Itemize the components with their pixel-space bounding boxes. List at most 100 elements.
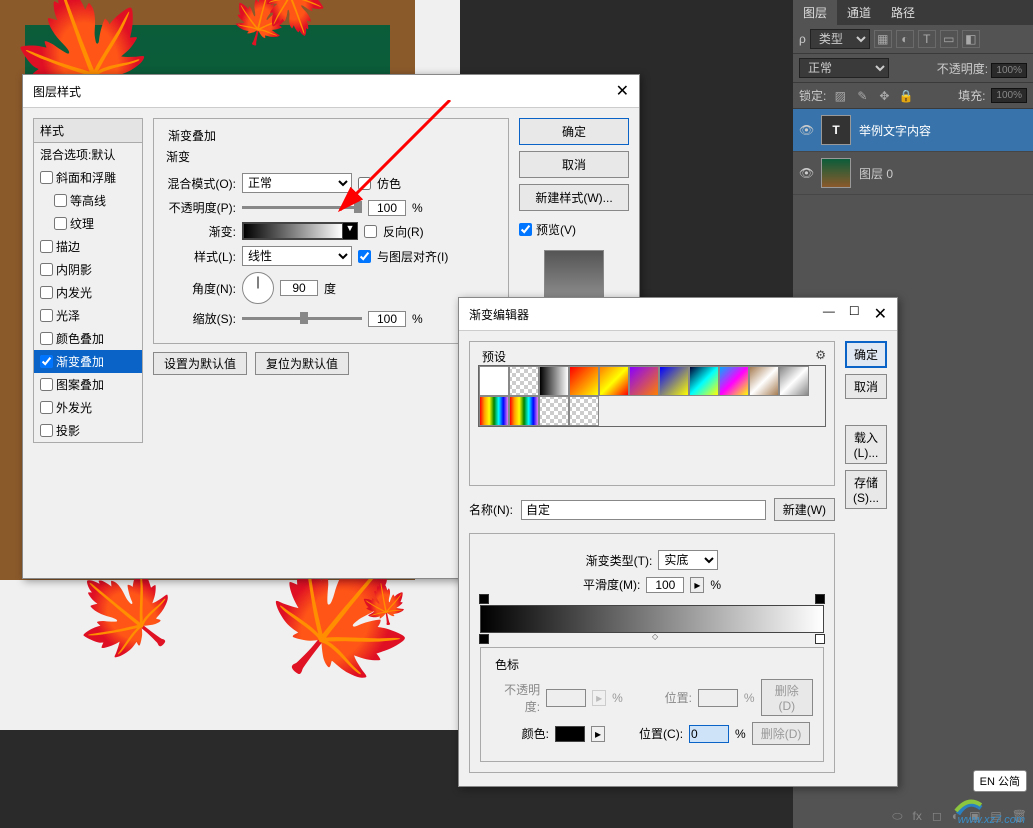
scale-input[interactable] [368, 311, 406, 327]
ime-indicator[interactable]: EN 公简 [973, 770, 1027, 792]
blend-mode-select[interactable]: 正常 [242, 173, 352, 193]
blend-mode-select[interactable]: 正常 [799, 58, 889, 78]
gradient-type-select[interactable]: 实底 [658, 550, 718, 570]
filter-type-select[interactable]: 类型 [810, 29, 870, 49]
preset-swatch[interactable] [779, 366, 809, 396]
visibility-icon[interactable]: 👁 [799, 123, 813, 137]
link-icon[interactable]: ⬭ [892, 809, 902, 824]
preset-swatch[interactable] [569, 366, 599, 396]
effect-checkbox[interactable] [40, 332, 53, 345]
filter-smart-icon[interactable]: ◧ [962, 30, 980, 48]
preset-swatch[interactable] [539, 396, 569, 426]
new-button[interactable]: 新建(W) [774, 498, 835, 521]
close-icon[interactable]: ✕ [874, 304, 887, 324]
color-swatch[interactable] [555, 726, 585, 742]
effect-texture[interactable]: 纹理 [34, 212, 142, 235]
preset-swatch[interactable] [629, 366, 659, 396]
preset-swatch[interactable] [659, 366, 689, 396]
effect-inner-shadow[interactable]: 内阴影 [34, 258, 142, 281]
tab-channels[interactable]: 通道 [837, 0, 881, 25]
lock-pixels-icon[interactable]: ✎ [854, 88, 870, 104]
tab-layers[interactable]: 图层 [793, 0, 837, 25]
filter-text-icon[interactable]: T [918, 30, 936, 48]
dropdown-icon[interactable]: ▸ [591, 726, 605, 742]
preset-swatch[interactable] [719, 366, 749, 396]
opacity-value[interactable]: 100% [991, 63, 1027, 78]
mask-icon[interactable]: ◻ [932, 809, 942, 824]
angle-input[interactable] [280, 280, 318, 296]
new-style-button[interactable]: 新建样式(W)... [519, 184, 629, 211]
ok-button[interactable]: 确定 [845, 341, 887, 368]
name-input[interactable] [521, 500, 766, 520]
close-icon[interactable]: ✕ [616, 81, 629, 101]
effect-checkbox[interactable] [40, 309, 53, 322]
effect-color-overlay[interactable]: 颜色叠加 [34, 327, 142, 350]
effect-checkbox[interactable] [54, 217, 67, 230]
lock-transparency-icon[interactable]: ▨ [832, 88, 848, 104]
effect-checkbox[interactable] [54, 194, 67, 207]
effect-checkbox[interactable] [40, 263, 53, 276]
preset-swatch[interactable] [509, 396, 539, 426]
preset-swatch[interactable] [749, 366, 779, 396]
reset-default-button[interactable]: 复位为默认值 [255, 352, 349, 375]
effect-stroke[interactable]: 描边 [34, 235, 142, 258]
layer-item-bg[interactable]: 👁 图层 0 [793, 152, 1033, 195]
color-stop[interactable] [479, 634, 489, 644]
angle-control[interactable] [242, 272, 274, 304]
layer-item-text[interactable]: 👁 T 举例文字内容 [793, 109, 1033, 152]
visibility-icon[interactable]: 👁 [799, 166, 813, 180]
minimize-icon[interactable]: — [823, 304, 835, 324]
filter-adjust-icon[interactable]: ◐ [896, 30, 914, 48]
opacity-slider[interactable]: .fld-slider[style*="100"]::after{left:ca… [242, 206, 362, 209]
effect-pattern-overlay[interactable]: 图案叠加 [34, 373, 142, 396]
cancel-button[interactable]: 取消 [845, 374, 887, 399]
preset-swatch[interactable] [479, 366, 509, 396]
layer-thumbnail[interactable] [821, 158, 851, 188]
fill-value[interactable]: 100% [991, 88, 1027, 103]
scale-slider[interactable]: .style-main .fld-row:nth-last-child(1) .… [242, 317, 362, 320]
effect-gradient-overlay[interactable]: 渐变叠加 [34, 350, 142, 373]
load-button[interactable]: 载入(L)... [845, 425, 887, 464]
reverse-checkbox[interactable] [364, 225, 377, 238]
effect-checkbox[interactable] [40, 240, 53, 253]
styles-header[interactable]: 样式 [33, 118, 143, 143]
effect-satin[interactable]: 光泽 [34, 304, 142, 327]
preset-swatch[interactable] [479, 396, 509, 426]
preset-swatch[interactable] [569, 396, 599, 426]
fx-icon[interactable]: fx [913, 809, 922, 824]
effect-checkbox[interactable] [40, 171, 53, 184]
location-input[interactable] [689, 725, 729, 743]
effect-checkbox[interactable] [40, 424, 53, 437]
cancel-button[interactable]: 取消 [519, 151, 629, 178]
blend-options-item[interactable]: 混合选项:默认 [34, 143, 142, 166]
effect-outer-glow[interactable]: 外发光 [34, 396, 142, 419]
preset-swatch[interactable] [599, 366, 629, 396]
filter-pixel-icon[interactable]: ▦ [874, 30, 892, 48]
opacity-stop[interactable] [479, 594, 489, 604]
lock-all-icon[interactable]: 🔒 [898, 88, 914, 104]
preset-swatch[interactable] [539, 366, 569, 396]
preset-swatch[interactable] [689, 366, 719, 396]
tab-paths[interactable]: 路径 [881, 0, 925, 25]
midpoint-icon[interactable]: ◇ [652, 632, 658, 641]
gradient-picker[interactable]: ▼ [242, 222, 358, 240]
grad-style-select[interactable]: 线性 [242, 246, 352, 266]
set-default-button[interactable]: 设置为默认值 [153, 352, 247, 375]
opacity-input[interactable] [368, 200, 406, 216]
effect-bevel[interactable]: 斜面和浮雕 [34, 166, 142, 189]
maximize-icon[interactable]: ☐ [849, 304, 860, 324]
effect-inner-glow[interactable]: 内发光 [34, 281, 142, 304]
ok-button[interactable]: 确定 [519, 118, 629, 145]
save-button[interactable]: 存储(S)... [845, 470, 887, 509]
effect-checkbox[interactable] [40, 378, 53, 391]
effect-drop-shadow[interactable]: 投影 [34, 419, 142, 442]
align-checkbox[interactable] [358, 250, 371, 263]
effect-checkbox[interactable] [40, 355, 53, 368]
dither-checkbox[interactable] [358, 177, 371, 190]
dropdown-icon[interactable]: ▼ [343, 223, 357, 239]
preset-swatch[interactable] [509, 366, 539, 396]
layer-thumbnail[interactable]: T [821, 115, 851, 145]
opacity-stop[interactable] [815, 594, 825, 604]
gradient-bar[interactable]: ◇ [480, 605, 824, 633]
smoothness-input[interactable] [646, 577, 684, 593]
